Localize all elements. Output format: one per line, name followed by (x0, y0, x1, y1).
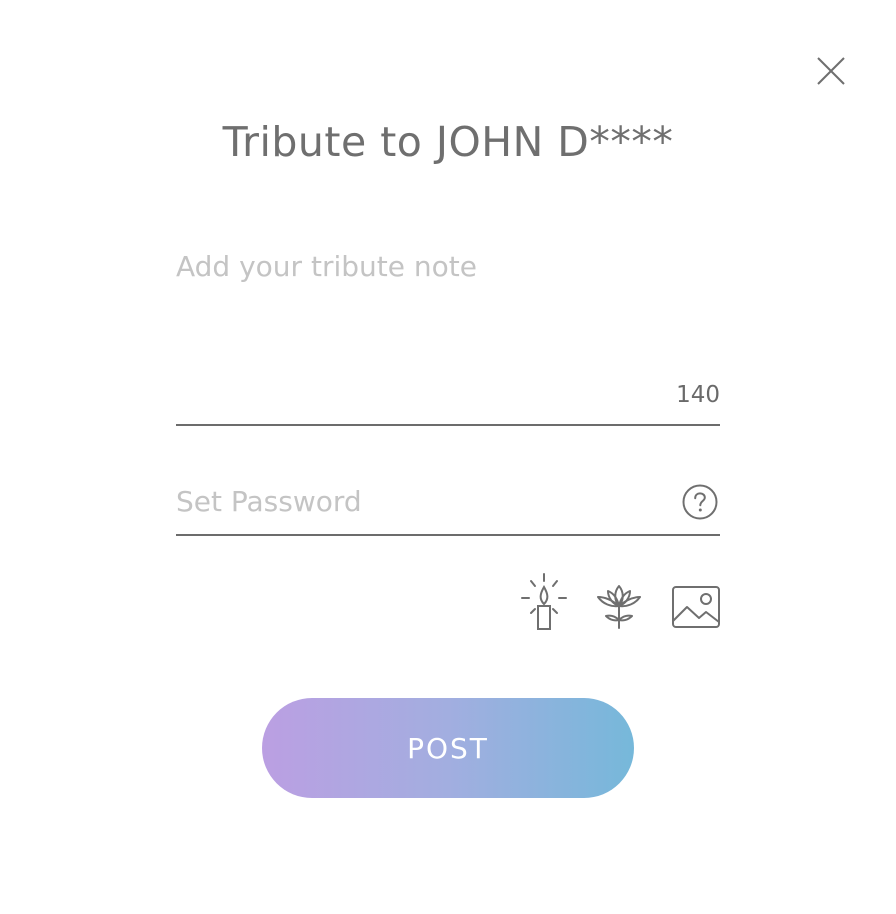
tribute-note-input[interactable] (176, 244, 666, 364)
tribute-tools (518, 572, 722, 634)
image-icon (672, 586, 720, 628)
modal-title: Tribute to JOHN D**** (222, 118, 674, 166)
close-icon (817, 57, 845, 85)
character-counter: 140 (676, 382, 720, 408)
password-help-button[interactable] (682, 484, 718, 520)
add-image-button[interactable] (670, 584, 722, 630)
candle-icon (521, 573, 567, 630)
tribute-note-field: 140 (176, 244, 720, 426)
flower-button[interactable] (596, 582, 642, 630)
question-circle-icon (682, 484, 718, 520)
password-input[interactable] (176, 472, 656, 530)
password-field (176, 472, 720, 536)
tribute-modal: Tribute to JOHN D**** 140 (0, 0, 896, 914)
candle-button[interactable] (518, 572, 570, 632)
close-button[interactable] (813, 53, 849, 89)
lotus-flower-icon (597, 585, 641, 629)
post-button[interactable]: POST (262, 698, 634, 798)
